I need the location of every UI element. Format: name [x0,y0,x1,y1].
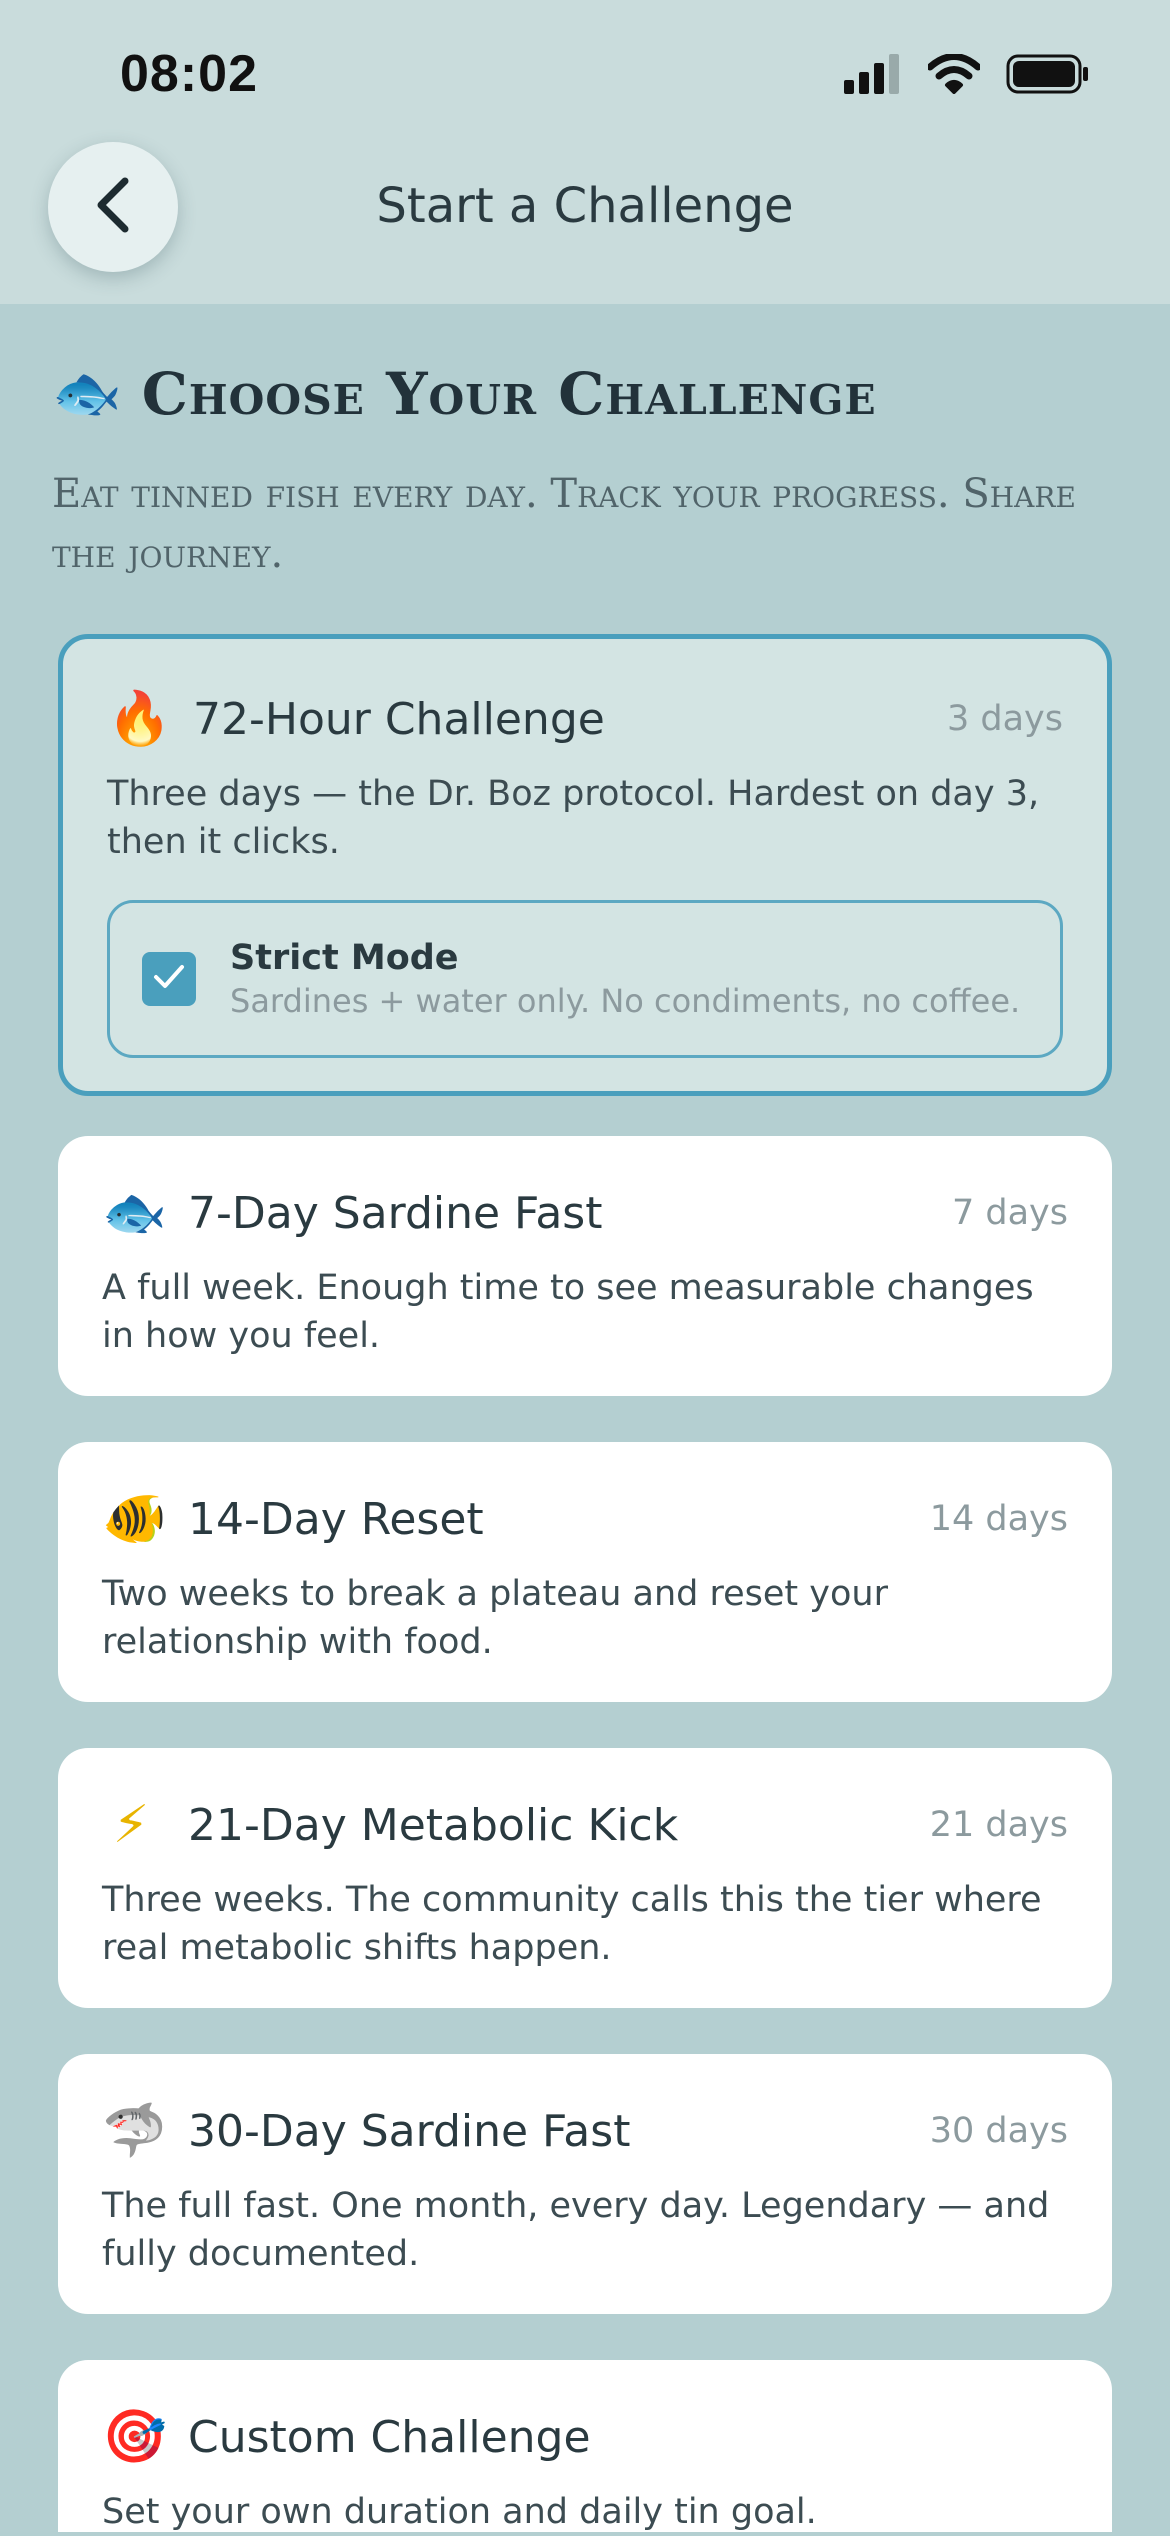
shark-icon: 🦈 [102,2101,167,2161]
section-subheading: Eat tinned fish every day. Track your pr… [52,471,1076,577]
strict-mode-label: Strict Mode [230,938,459,978]
card-title: 72-Hour Challenge [193,693,605,745]
cellular-signal-icon [844,54,902,98]
fish-icon: 🐟 [52,361,122,426]
checkmark-icon [152,962,186,996]
fire-icon: 🔥 [107,689,172,749]
challenge-card-21-day[interactable]: ⚡ 21-Day Metabolic Kick 21 days Three we… [58,1748,1112,2008]
card-duration: 21 days [929,1805,1068,1845]
status-time: 08:02 [120,45,258,103]
card-duration: 14 days [929,1499,1068,1539]
card-duration: 30 days [929,2111,1068,2151]
battery-icon [1006,54,1090,98]
card-header: 🐠 14-Day Reset 14 days [102,1484,1068,1554]
card-duration: 7 days [951,1193,1068,1233]
card-title: 30-Day Sardine Fast [188,2105,631,2157]
card-title: 14-Day Reset [188,1493,484,1545]
card-description: Three weeks. The community calls this th… [102,1880,1042,1968]
strict-mode-text: Strict Mode Sardines + water only. No co… [230,938,1020,1020]
card-header: 🦈 30-Day Sardine Fast 30 days [102,2096,1068,2166]
page-title: Start a Challenge [376,178,794,234]
challenge-card-30-day[interactable]: 🦈 30-Day Sardine Fast 30 days The full f… [58,2054,1112,2314]
challenge-card-custom[interactable]: 🎯 Custom Challenge Set your own duration… [58,2360,1112,2532]
card-description: Three days — the Dr. Boz protocol. Harde… [107,774,1040,862]
challenge-card-72-hour[interactable]: 🔥 72-Hour Challenge 3 days Three days — … [58,634,1112,1096]
challenge-card-14-day[interactable]: 🐠 14-Day Reset 14 days Two weeks to brea… [58,1442,1112,1702]
target-icon: 🎯 [102,2407,167,2467]
card-description: Set your own duration and daily tin goal… [102,2492,817,2532]
nav-bar: Start a Challenge [0,142,1170,304]
card-description: The full fast. One month, every day. Leg… [102,2186,1050,2274]
wifi-icon [926,53,982,98]
challenge-card-7-day[interactable]: 🐟 7-Day Sardine Fast 7 days A full week.… [58,1136,1112,1396]
card-header: 🎯 Custom Challenge [102,2402,1068,2472]
heading-text: Choose Your Challenge [141,360,877,428]
card-header: 🐟 7-Day Sardine Fast 7 days [102,1178,1068,1248]
card-title: Custom Challenge [188,2411,591,2463]
strict-mode-toggle[interactable]: Strict Mode Sardines + water only. No co… [107,900,1063,1058]
card-title: 7-Day Sardine Fast [188,1187,603,1239]
status-icons [844,53,1090,98]
strict-mode-description: Sardines + water only. No condiments, no… [230,982,1021,1020]
strict-mode-checkbox[interactable] [142,952,196,1006]
card-description: A full week. Enough time to see measurab… [102,1268,1034,1356]
card-title: 21-Day Metabolic Kick [188,1799,679,1851]
fish-icon: 🐟 [102,1183,167,1243]
card-header: ⚡ 21-Day Metabolic Kick 21 days [102,1790,1068,1860]
status-bar: 08:02 [0,0,1170,150]
card-description: Two weeks to break a plateau and reset y… [102,1574,888,1662]
section-heading: 🐟 Choose Your Challenge [52,360,877,428]
lightning-icon: ⚡ [112,1795,150,1855]
card-duration: 3 days [946,699,1063,739]
tropical-fish-icon: 🐠 [102,1489,167,1549]
card-header: 🔥 72-Hour Challenge 3 days [107,684,1063,754]
